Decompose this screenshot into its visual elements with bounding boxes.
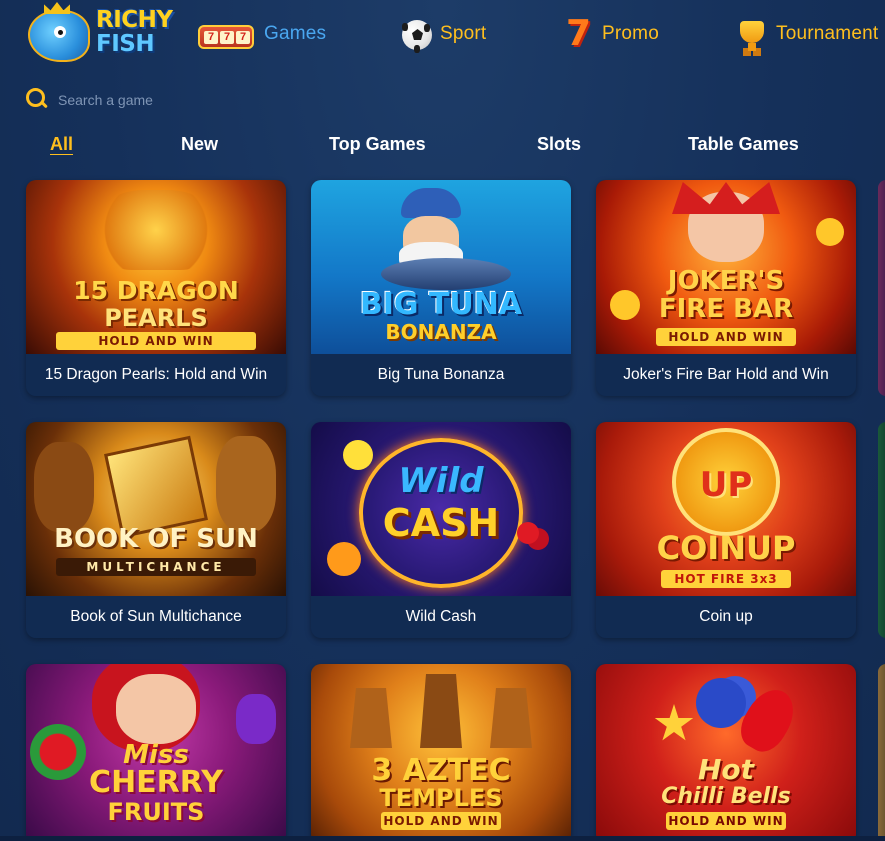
game-card[interactable]: Wild CASH Wild Cash (311, 422, 571, 638)
nav-promo[interactable]: 7 Promo (558, 14, 659, 54)
game-title: Book of Sun Multichance (26, 596, 286, 638)
game-card[interactable]: BOOK OF SUN MULTICHANCE Book of Sun Mult… (26, 422, 286, 638)
game-title: Coin up (596, 596, 856, 638)
nav-games[interactable]: 777 Games (196, 14, 326, 54)
search-icon[interactable] (26, 88, 48, 110)
game-thumbnail: Wild CASH (311, 422, 571, 596)
soccer-ball-icon (398, 17, 432, 51)
search-input[interactable] (58, 88, 318, 112)
trophy-icon (734, 17, 768, 51)
game-card[interactable]: JOKER'S FIRE BAR HOLD AND WIN Joker's Fi… (596, 180, 856, 396)
nav-tournament[interactable]: Tournament (734, 14, 878, 54)
logo-text: RICHY FISH (96, 7, 173, 57)
game-thumbnail: UP COINUP HOT FIRE 3x3 (596, 422, 856, 596)
game-title: Joker's Fire Bar Hold and Win (596, 354, 856, 396)
fish-mascot-icon (28, 2, 90, 62)
game-thumbnail: 3 AZTEC TEMPLES HOLD AND WIN (311, 664, 571, 838)
game-thumbnail: Hot Chilli Bells HOLD AND WIN (596, 664, 856, 838)
game-thumbnail: 15 DRAGON PEARLS HOLD AND WIN (26, 180, 286, 354)
bottom-edge (0, 836, 885, 841)
lucky-seven-icon: 7 (566, 13, 592, 54)
game-title: Wild Cash (311, 596, 571, 638)
nav-tournament-label: Tournament (776, 23, 879, 44)
game-card[interactable]: UP COINUP HOT FIRE 3x3 Coin up (596, 422, 856, 638)
game-title: 15 Dragon Pearls: Hold and Win (26, 354, 286, 396)
game-card[interactable]: Hot Chilli Bells HOLD AND WIN (596, 664, 856, 841)
nav-promo-label: Promo (602, 23, 659, 44)
nav-games-label: Games (264, 23, 327, 44)
game-card[interactable]: Miss CHERRY FRUITS (26, 664, 286, 841)
tab-table-games[interactable]: Table Games (688, 134, 799, 155)
game-thumbnail: JOKER'S FIRE BAR HOLD AND WIN (596, 180, 856, 354)
tab-all[interactable]: All (50, 134, 73, 155)
game-title: Big Tuna Bonanza (311, 354, 571, 396)
next-card-peek (878, 180, 885, 396)
richy-fish-logo[interactable]: RICHY FISH (24, 2, 179, 66)
game-card[interactable]: BIG TUNA BONANZA Big Tuna Bonanza (311, 180, 571, 396)
next-card-peek (878, 422, 885, 638)
tab-slots[interactable]: Slots (537, 134, 581, 155)
nav-sport-label: Sport (440, 23, 487, 44)
game-card[interactable]: 3 AZTEC TEMPLES HOLD AND WIN (311, 664, 571, 841)
game-thumbnail: BIG TUNA BONANZA (311, 180, 571, 354)
tab-top-games[interactable]: Top Games (329, 134, 426, 155)
nav-sport[interactable]: Sport (398, 14, 486, 54)
game-search (24, 86, 324, 114)
tab-new[interactable]: New (181, 134, 218, 155)
slot-machine-icon: 777 (196, 17, 256, 51)
game-thumbnail: Miss CHERRY FRUITS (26, 664, 286, 838)
top-header: RICHY FISH 777 Games Sport 7 Promo Tourn… (0, 0, 885, 70)
game-card[interactable]: 15 DRAGON PEARLS HOLD AND WIN 15 Dragon … (26, 180, 286, 396)
next-card-peek (878, 664, 885, 841)
game-thumbnail: BOOK OF SUN MULTICHANCE (26, 422, 286, 596)
category-tabs: All New Top Games Slots Table Games (0, 130, 885, 160)
